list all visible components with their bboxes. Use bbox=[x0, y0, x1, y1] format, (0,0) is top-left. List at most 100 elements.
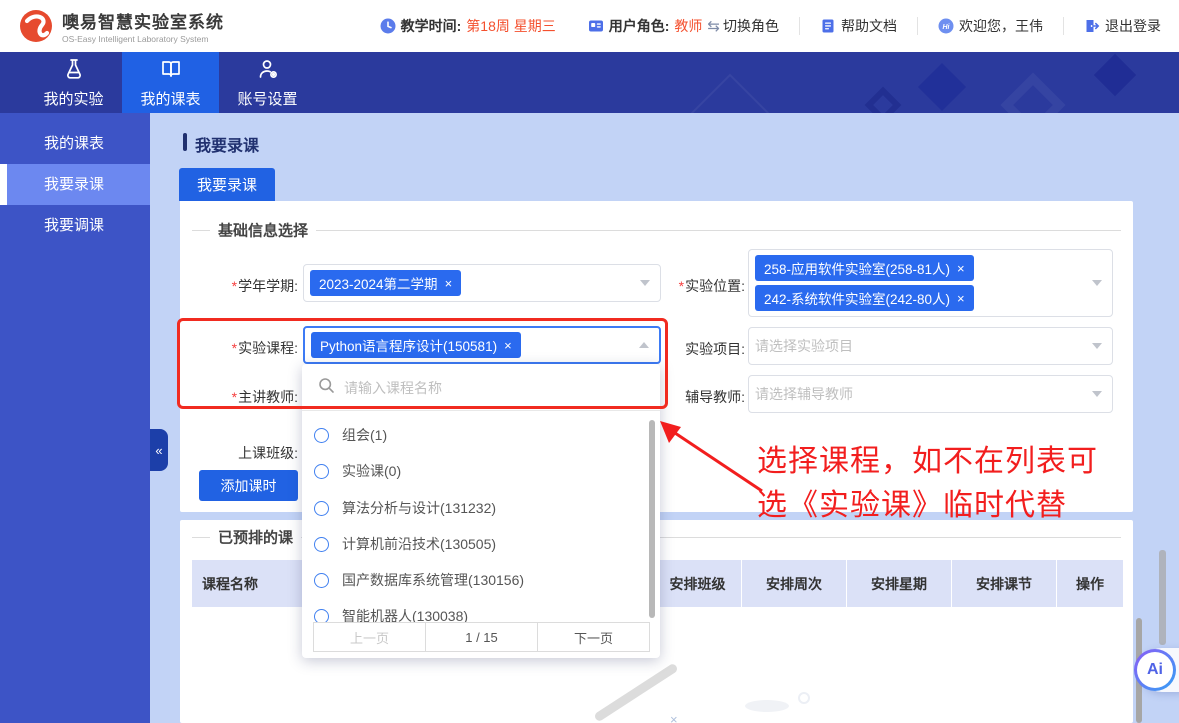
location-label: *实验位置: bbox=[650, 276, 745, 296]
dropdown-search[interactable] bbox=[306, 368, 646, 408]
tag-close-icon[interactable]: × bbox=[957, 261, 965, 276]
teaching-time: 教学时间: 第18周 星期三 bbox=[380, 16, 556, 36]
hi-avatar-icon: Hi bbox=[938, 18, 954, 34]
project-select[interactable]: 请选择实验项目 bbox=[748, 327, 1113, 365]
app-subtitle: OS-Easy Intelligent Laboratory System bbox=[62, 34, 224, 44]
dropdown-divider bbox=[302, 410, 660, 411]
caret-down-icon bbox=[1092, 280, 1102, 286]
project-label: 实验项目: bbox=[650, 339, 745, 359]
prev-page-button[interactable]: 上一页 bbox=[314, 623, 426, 651]
title-accent-bar bbox=[183, 133, 187, 151]
caret-down-icon bbox=[1092, 391, 1102, 397]
logout-button[interactable]: 退出登录 bbox=[1084, 16, 1161, 36]
divider bbox=[1063, 17, 1064, 35]
section-title-basic-info: 基础信息选择 bbox=[210, 220, 316, 241]
main-nav: 我的实验 我的课表 账号设置 bbox=[0, 52, 1179, 113]
col-week: 安排周次 bbox=[742, 560, 847, 607]
nav-item-account-settings[interactable]: 账号设置 bbox=[219, 52, 316, 113]
user-role-label: 用户角色: bbox=[609, 16, 670, 36]
option-qianyan[interactable]: 计算机前沿技术(130505) bbox=[302, 526, 646, 562]
course-select[interactable]: Python语言程序设计(150581)× bbox=[303, 326, 661, 364]
app-title: 噢易智慧实验室系统 bbox=[62, 8, 224, 33]
radio-icon bbox=[314, 428, 329, 443]
location-select[interactable]: 258-应用软件实验室(258-81人)× 242-系统软件实验室(242-80… bbox=[748, 249, 1113, 317]
sidebar-item-reschedule[interactable]: 我要调课 bbox=[0, 205, 150, 246]
nav-decor bbox=[688, 74, 773, 113]
tab-record-lesson[interactable]: 我要录课 bbox=[179, 168, 275, 201]
semester-select[interactable]: 2023-2024第二学期× bbox=[303, 264, 661, 302]
collapse-icon: « bbox=[155, 443, 162, 458]
radio-icon bbox=[314, 501, 329, 516]
logo: 噢易智慧实验室系统 OS-Easy Intelligent Laboratory… bbox=[18, 8, 224, 44]
nav-decor bbox=[1094, 54, 1136, 96]
empty-state-decor bbox=[593, 663, 678, 723]
top-header: 噢易智慧实验室系统 OS-Easy Intelligent Laboratory… bbox=[0, 0, 1179, 52]
option-shujuku[interactable]: 国产数据库系统管理(130156) bbox=[302, 562, 646, 598]
course-dropdown: 组会(1) 实验课(0) 算法分析与设计(131232) 计算机前沿技术(130… bbox=[302, 364, 660, 658]
page-scrollbar-thumb[interactable] bbox=[1159, 550, 1166, 645]
col-class: 安排班级 bbox=[654, 560, 742, 607]
caret-down-icon bbox=[640, 280, 650, 286]
svg-text:Hi: Hi bbox=[943, 24, 951, 31]
option-zuhui[interactable]: 组会(1) bbox=[302, 417, 646, 453]
user-gear-icon bbox=[256, 57, 280, 85]
lecturer-label: *主讲教师: bbox=[203, 387, 298, 407]
col-actions: 操作 bbox=[1057, 560, 1123, 607]
annotation-line2: 选《实验课》临时代替 bbox=[757, 480, 1067, 524]
col-weekday: 安排星期 bbox=[847, 560, 952, 607]
tag-close-icon[interactable]: × bbox=[957, 291, 965, 306]
sidebar-collapse-button[interactable]: « bbox=[150, 429, 168, 471]
tag-close-icon[interactable]: × bbox=[504, 338, 512, 353]
sidebar: 我的课表 我要录课 我要调课 bbox=[0, 113, 150, 723]
course-label: *实验课程: bbox=[203, 338, 298, 358]
dropdown-pagination: 上一页 1 / 15 下一页 bbox=[313, 622, 650, 652]
user-role-value: 教师 bbox=[674, 16, 702, 36]
add-period-button[interactable]: 添加课时 bbox=[199, 470, 298, 501]
location-tag-2: 242-系统软件实验室(242-80人)× bbox=[755, 285, 974, 311]
semester-tag: 2023-2024第二学期× bbox=[310, 270, 461, 296]
next-page-button[interactable]: 下一页 bbox=[538, 623, 649, 651]
caret-down-icon bbox=[1092, 343, 1102, 349]
help-doc-link[interactable]: 帮助文档 bbox=[820, 16, 897, 36]
option-shiyanke[interactable]: 实验课(0) bbox=[302, 453, 646, 489]
switch-role-button[interactable]: ⇆ 切换角色 bbox=[707, 16, 779, 36]
welcome-user: Hi 欢迎您，王伟 bbox=[938, 16, 1043, 36]
divider bbox=[917, 17, 918, 35]
empty-state-decor bbox=[798, 692, 810, 704]
switch-arrows-icon: ⇆ bbox=[707, 17, 720, 35]
location-tag-1: 258-应用软件实验室(258-81人)× bbox=[755, 255, 974, 281]
sidebar-item-my-schedule[interactable]: 我的课表 bbox=[0, 123, 150, 164]
logout-icon bbox=[1084, 18, 1100, 34]
page-title: 我要录课 bbox=[195, 132, 259, 156]
option-suanfa[interactable]: 算法分析与设计(131232) bbox=[302, 490, 646, 526]
section-title-scheduled: 已预排的课 bbox=[210, 527, 301, 548]
clock-icon bbox=[380, 18, 396, 34]
empty-state-decor: × bbox=[670, 712, 678, 723]
app-window: 噢易智慧实验室系统 OS-Easy Intelligent Laboratory… bbox=[0, 0, 1179, 723]
course-tag: Python语言程序设计(150581)× bbox=[311, 332, 521, 358]
nav-decor bbox=[865, 87, 902, 113]
fieldset-border bbox=[192, 230, 1121, 231]
user-role: 用户角色: 教师 ⇆ 切换角色 bbox=[588, 16, 779, 36]
col-period: 安排课节 bbox=[952, 560, 1057, 607]
divider bbox=[799, 17, 800, 35]
caret-up-icon bbox=[639, 342, 649, 348]
nav-item-my-experiments[interactable]: 我的实验 bbox=[25, 52, 122, 113]
radio-icon bbox=[314, 573, 329, 588]
nav-decor bbox=[1000, 72, 1065, 113]
oseasy-logo-icon bbox=[18, 8, 54, 44]
annotation-line1: 选择课程，如不在列表可 bbox=[757, 436, 1098, 480]
assistant-select[interactable]: 请选择辅导教师 bbox=[748, 375, 1113, 413]
flask-icon bbox=[62, 57, 86, 85]
nav-item-my-schedule[interactable]: 我的课表 bbox=[122, 52, 219, 113]
search-icon bbox=[318, 377, 335, 399]
sidebar-item-record-lesson[interactable]: 我要录课 bbox=[0, 164, 150, 205]
class-label: 上课班级: bbox=[203, 443, 298, 463]
book-icon bbox=[159, 57, 183, 85]
course-search-input[interactable] bbox=[344, 380, 614, 396]
tag-close-icon[interactable]: × bbox=[445, 276, 453, 291]
nav-decor bbox=[918, 63, 966, 111]
radio-icon bbox=[314, 464, 329, 479]
id-card-icon bbox=[588, 18, 604, 34]
ai-assistant-button[interactable]: Ai bbox=[1134, 649, 1176, 691]
